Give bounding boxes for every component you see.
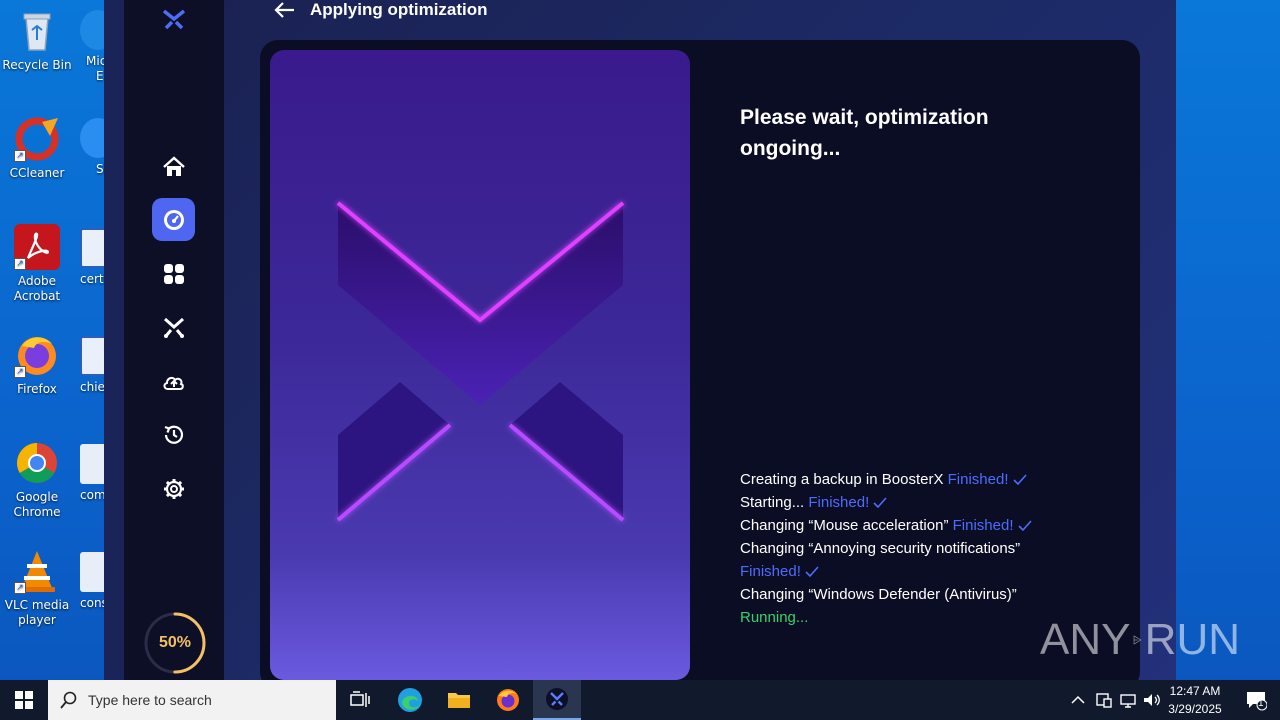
desktop-icon-label: Google <box>15 490 59 504</box>
hero-image <box>270 50 690 680</box>
nav-home[interactable] <box>152 145 195 188</box>
gear-icon <box>163 478 184 499</box>
device-icon[interactable] <box>1094 691 1114 709</box>
checkmark-icon <box>1018 520 1032 532</box>
progress-percent: 50% <box>158 634 192 651</box>
shortcut-arrow-icon: ↗ <box>14 366 26 378</box>
shortcut-arrow-icon: ↗ <box>14 258 26 270</box>
firefox-icon <box>497 689 519 711</box>
optimization-log: Creating a backup in BoosterX Finished! … <box>740 468 1080 629</box>
log-entry: Creating a backup in BoosterX Finished! <box>740 468 1080 491</box>
taskbar: Type here to search 12:47 AM 3/29/2025 1 <box>0 680 1280 720</box>
volume-icon[interactable] <box>1142 691 1162 709</box>
desktop-icon-label: Chrome <box>13 505 61 519</box>
shortcut-arrow-icon: ↗ <box>14 582 26 594</box>
log-entry: Changing “Mouse acceleration” Finished! <box>740 514 1080 537</box>
system-tray <box>1068 680 1162 720</box>
taskbar-clock[interactable]: 12:47 AM 3/29/2025 <box>1160 682 1230 718</box>
edge-icon <box>398 688 422 712</box>
nav-optimization[interactable] <box>152 198 195 241</box>
sidebar: 50% <box>124 0 224 680</box>
desktop-icon-firefox[interactable]: ↗ Firefox <box>0 332 74 397</box>
desktop-icon-label: player <box>18 613 56 627</box>
desktop-icon-label: CCleaner <box>9 166 65 180</box>
chrome-icon <box>14 440 60 486</box>
desktop-icon-label: Recycle Bin <box>2 58 72 72</box>
home-icon <box>162 155 185 176</box>
taskbar-search[interactable]: Type here to search <box>48 680 336 720</box>
search-placeholder: Type here to search <box>88 692 212 708</box>
folder-icon <box>448 693 470 708</box>
page-header: Applying optimization <box>274 0 488 20</box>
page-title: Applying optimization <box>310 0 488 19</box>
nav-settings[interactable] <box>152 467 195 510</box>
search-icon <box>60 691 77 709</box>
window-edge <box>104 0 124 680</box>
desktop-icon-label: Adobe <box>18 274 56 288</box>
log-entry: Changing “Annoying security notification… <box>740 540 1021 580</box>
adobe-acrobat-icon: ↗ <box>14 224 60 270</box>
checkmark-icon <box>1013 474 1027 486</box>
play-logo-icon <box>1134 635 1142 645</box>
log-entry: Changing “Windows Defender (Antivirus)” … <box>740 586 1017 626</box>
back-arrow-icon[interactable] <box>274 1 296 19</box>
boosterx-icon <box>163 317 184 338</box>
vlc-icon: ↗ <box>14 548 60 594</box>
nav-boosterx[interactable] <box>152 305 195 348</box>
desktop-icon-label: VLC media <box>4 598 70 612</box>
log-status-finished: Finished! <box>947 471 1009 488</box>
cloud-upload-icon <box>163 376 184 390</box>
taskbar-edge[interactable] <box>386 680 434 720</box>
notification-center-button[interactable]: 1 <box>1232 680 1280 720</box>
clock-time: 12:47 AM <box>1169 684 1221 698</box>
desktop-icon-ccleaner[interactable]: ↗ CCleaner <box>0 116 74 181</box>
desktop-icon-label: Acrobat <box>13 289 61 303</box>
firefox-icon: ↗ <box>14 332 60 378</box>
clock-date: 3/29/2025 <box>1168 702 1222 716</box>
chevron-up-icon[interactable] <box>1068 693 1088 707</box>
desktop-icon-google-chrome[interactable]: Google Chrome <box>0 440 74 520</box>
start-button[interactable] <box>0 680 48 720</box>
desktop-icon-label: Firefox <box>17 382 57 396</box>
optimization-card: Please wait, optimization ongoing... Cre… <box>260 40 1140 680</box>
task-view-icon <box>350 691 370 707</box>
status-heading: Please wait, optimization ongoing... <box>740 106 989 160</box>
log-status-finished: Finished! <box>740 563 801 580</box>
notification-count: 1 <box>1258 698 1264 709</box>
boosterx-taskbar-icon <box>546 688 568 710</box>
desktop-icon-recycle-bin[interactable]: Recycle Bin <box>0 8 74 73</box>
boosterx-logo-icon[interactable] <box>161 6 187 32</box>
recycle-bin-icon <box>14 8 60 54</box>
windows-logo-icon <box>15 691 33 709</box>
checkmark-icon <box>873 497 888 509</box>
log-status-running: Running... <box>740 609 809 626</box>
boosterx-window: 50% Applying optimization Please wait, o… <box>104 0 1176 680</box>
shortcut-arrow-icon: ↗ <box>14 150 26 162</box>
desktop-icon-vlc[interactable]: ↗ VLC media player <box>0 548 74 628</box>
taskbar-file-explorer[interactable] <box>435 680 483 720</box>
nav-history[interactable] <box>152 413 195 456</box>
nav-cloud-backup[interactable] <box>152 360 195 403</box>
task-view-button[interactable] <box>336 680 384 720</box>
nav-apps[interactable] <box>152 252 195 295</box>
boosterx-hero-logo-icon <box>336 201 625 522</box>
anyrun-watermark: ANY RUN <box>1040 608 1240 672</box>
ccleaner-icon: ↗ <box>14 116 60 162</box>
speedometer-icon <box>163 209 184 230</box>
apps-grid-icon <box>163 263 184 284</box>
network-icon[interactable] <box>1118 691 1138 709</box>
taskbar-boosterx[interactable] <box>533 680 581 720</box>
log-status-finished: Finished! <box>952 517 1014 534</box>
log-entry: Starting... Finished! <box>740 491 1080 514</box>
checkmark-icon <box>805 566 819 578</box>
taskbar-firefox[interactable] <box>484 680 532 720</box>
desktop-icon-adobe-acrobat[interactable]: ↗ Adobe Acrobat <box>0 224 74 304</box>
log-status-finished: Finished! <box>808 494 870 511</box>
history-icon <box>164 425 183 444</box>
